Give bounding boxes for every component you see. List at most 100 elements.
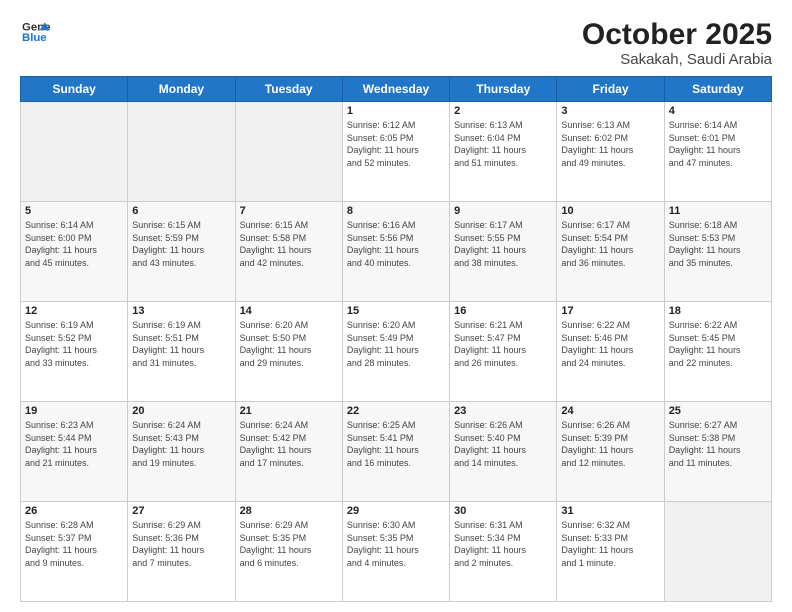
cell-date-number: 23 (454, 405, 552, 417)
cell-info-text: Sunrise: 6:19 AMSunset: 5:51 PMDaylight:… (132, 319, 230, 369)
weekday-friday: Friday (557, 77, 664, 102)
cell-date-number: 16 (454, 305, 552, 317)
calendar-cell: 5 Sunrise: 6:14 AMSunset: 6:00 PMDaylight… (21, 202, 128, 302)
cell-date-number: 14 (240, 305, 338, 317)
cell-date-number: 11 (669, 205, 767, 217)
calendar-cell: 28Sunrise: 6:29 AMSunset: 5:35 PMDayligh… (235, 502, 342, 602)
cell-date-number: 10 (561, 205, 659, 217)
weekday-wednesday: Wednesday (342, 77, 449, 102)
calendar-table: SundayMondayTuesdayWednesdayThursdayFrid… (20, 76, 772, 602)
week-row-3: 12Sunrise: 6:19 AMSunset: 5:52 PMDayligh… (21, 302, 772, 402)
cell-info-text: Sunrise: 6:22 AMSunset: 5:46 PMDaylight:… (561, 319, 659, 369)
cell-info-text: Sunrise: 6:13 AMSunset: 6:02 PMDaylight:… (561, 119, 659, 169)
cell-info-text: Sunrise: 6:26 AMSunset: 5:39 PMDaylight:… (561, 419, 659, 469)
cell-info-text: Sunrise: 6:27 AMSunset: 5:38 PMDaylight:… (669, 419, 767, 469)
cell-info-text: Sunrise: 6:14 AMSunset: 6:01 PMDaylight:… (669, 119, 767, 169)
month-title: October 2025 (582, 18, 772, 51)
calendar-cell: 30Sunrise: 6:31 AMSunset: 5:34 PMDayligh… (450, 502, 557, 602)
weekday-header-row: SundayMondayTuesdayWednesdayThursdayFrid… (21, 77, 772, 102)
cell-date-number: 12 (25, 305, 123, 317)
cell-date-number: 6 (132, 205, 230, 217)
calendar-cell: 11Sunrise: 6:18 AMSunset: 5:53 PMDayligh… (664, 202, 771, 302)
calendar-cell: 26 Sunrise: 6:28 AMSunset: 5:37 PMDayligh… (21, 502, 128, 602)
calendar-cell: 20Sunrise: 6:24 AMSunset: 5:43 PMDayligh… (128, 402, 235, 502)
calendar-cell: 17 Sunrise: 6:22 AMSunset: 5:46 PMDayligh… (557, 302, 664, 402)
cell-info-text: Sunrise: 6:15 AMSunset: 5:58 PMDaylight:… (240, 219, 338, 269)
cell-info-text: Sunrise: 6:32 AMSunset: 5:33 PMDaylight:… (561, 519, 659, 569)
calendar-cell (235, 102, 342, 202)
weekday-sunday: Sunday (21, 77, 128, 102)
cell-info-text: Sunrise: 6:23 AMSunset: 5:44 PMDaylight:… (25, 419, 123, 469)
weekday-saturday: Saturday (664, 77, 771, 102)
cell-info-text: Sunrise: 6:29 AMSunset: 5:35 PMDaylight:… (240, 519, 338, 569)
cell-info-text: Sunrise: 6:14 AMSunset: 6:00 PMDaylight:… (25, 219, 123, 269)
calendar-cell: 31 Sunrise: 6:32 AMSunset: 5:33 PMDayligh… (557, 502, 664, 602)
cell-date-number: 7 (240, 205, 338, 217)
svg-text:Blue: Blue (22, 32, 47, 44)
calendar-cell: 14 Sunrise: 6:20 AMSunset: 5:50 PMDayligh… (235, 302, 342, 402)
cell-info-text: Sunrise: 6:24 AMSunset: 5:42 PMDaylight:… (240, 419, 338, 469)
cell-date-number: 27 (132, 505, 230, 517)
calendar-cell: 7 Sunrise: 6:15 AMSunset: 5:58 PMDaylight… (235, 202, 342, 302)
cell-info-text: Sunrise: 6:16 AMSunset: 5:56 PMDaylight:… (347, 219, 445, 269)
cell-info-text: Sunrise: 6:22 AMSunset: 5:45 PMDaylight:… (669, 319, 767, 369)
calendar-cell: 29 Sunrise: 6:30 AMSunset: 5:35 PMDayligh… (342, 502, 449, 602)
cell-info-text: Sunrise: 6:20 AMSunset: 5:49 PMDaylight:… (347, 319, 445, 369)
page: General Blue October 2025 Sakakah, Saudi… (0, 0, 792, 612)
header: General Blue October 2025 Sakakah, Saudi… (20, 18, 772, 68)
calendar-cell: 15 Sunrise: 6:20 AMSunset: 5:49 PMDayligh… (342, 302, 449, 402)
calendar-cell: 2Sunrise: 6:13 AMSunset: 6:04 PMDaylight… (450, 102, 557, 202)
cell-info-text: Sunrise: 6:20 AMSunset: 5:50 PMDaylight:… (240, 319, 338, 369)
weekday-thursday: Thursday (450, 77, 557, 102)
cell-date-number: 18 (669, 305, 767, 317)
calendar-cell: 8Sunrise: 6:16 AMSunset: 5:56 PMDaylight… (342, 202, 449, 302)
cell-info-text: Sunrise: 6:21 AMSunset: 5:47 PMDaylight:… (454, 319, 552, 369)
calendar-cell: 24 Sunrise: 6:26 AMSunset: 5:39 PMDayligh… (557, 402, 664, 502)
cell-info-text: Sunrise: 6:17 AMSunset: 5:55 PMDaylight:… (454, 219, 552, 269)
cell-date-number: 31 (561, 505, 659, 517)
title-block: October 2025 Sakakah, Saudi Arabia (582, 18, 772, 68)
cell-date-number: 4 (669, 105, 767, 117)
calendar-cell (128, 102, 235, 202)
calendar-cell: 16 Sunrise: 6:21 AMSunset: 5:47 PMDayligh… (450, 302, 557, 402)
cell-info-text: Sunrise: 6:30 AMSunset: 5:35 PMDaylight:… (347, 519, 445, 569)
calendar-cell (664, 502, 771, 602)
cell-date-number: 5 (25, 205, 123, 217)
logo-icon: General Blue (22, 18, 50, 46)
calendar-cell: 13 Sunrise: 6:19 AMSunset: 5:51 PMDayligh… (128, 302, 235, 402)
calendar-cell: 19 Sunrise: 6:23 AMSunset: 5:44 PMDayligh… (21, 402, 128, 502)
week-row-1: 1 Sunrise: 6:12 AMSunset: 6:05 PMDaylight… (21, 102, 772, 202)
calendar-cell: 1 Sunrise: 6:12 AMSunset: 6:05 PMDaylight… (342, 102, 449, 202)
calendar-cell: 25 Sunrise: 6:27 AMSunset: 5:38 PMDayligh… (664, 402, 771, 502)
cell-date-number: 13 (132, 305, 230, 317)
calendar-cell: 9 Sunrise: 6:17 AMSunset: 5:55 PMDaylight… (450, 202, 557, 302)
calendar-cell: 6Sunrise: 6:15 AMSunset: 5:59 PMDaylight… (128, 202, 235, 302)
cell-info-text: Sunrise: 6:12 AMSunset: 6:05 PMDaylight:… (347, 119, 445, 169)
cell-date-number: 1 (347, 105, 445, 117)
calendar-cell: 21 Sunrise: 6:24 AMSunset: 5:42 PMDayligh… (235, 402, 342, 502)
cell-date-number: 26 (25, 505, 123, 517)
cell-date-number: 19 (25, 405, 123, 417)
cell-date-number: 24 (561, 405, 659, 417)
cell-date-number: 9 (454, 205, 552, 217)
weekday-tuesday: Tuesday (235, 77, 342, 102)
calendar-cell: 12Sunrise: 6:19 AMSunset: 5:52 PMDayligh… (21, 302, 128, 402)
cell-date-number: 30 (454, 505, 552, 517)
cell-date-number: 17 (561, 305, 659, 317)
calendar-cell: 23Sunrise: 6:26 AMSunset: 5:40 PMDayligh… (450, 402, 557, 502)
calendar-cell: 22Sunrise: 6:25 AMSunset: 5:41 PMDayligh… (342, 402, 449, 502)
logo: General Blue (20, 18, 50, 51)
week-row-2: 5 Sunrise: 6:14 AMSunset: 6:00 PMDaylight… (21, 202, 772, 302)
cell-info-text: Sunrise: 6:29 AMSunset: 5:36 PMDaylight:… (132, 519, 230, 569)
location-title: Sakakah, Saudi Arabia (582, 51, 772, 68)
cell-info-text: Sunrise: 6:28 AMSunset: 5:37 PMDaylight:… (25, 519, 123, 569)
cell-date-number: 22 (347, 405, 445, 417)
cell-date-number: 2 (454, 105, 552, 117)
cell-date-number: 25 (669, 405, 767, 417)
calendar-cell: 18 Sunrise: 6:22 AMSunset: 5:45 PMDayligh… (664, 302, 771, 402)
week-row-5: 26 Sunrise: 6:28 AMSunset: 5:37 PMDayligh… (21, 502, 772, 602)
cell-date-number: 15 (347, 305, 445, 317)
cell-date-number: 29 (347, 505, 445, 517)
cell-date-number: 3 (561, 105, 659, 117)
cell-date-number: 21 (240, 405, 338, 417)
